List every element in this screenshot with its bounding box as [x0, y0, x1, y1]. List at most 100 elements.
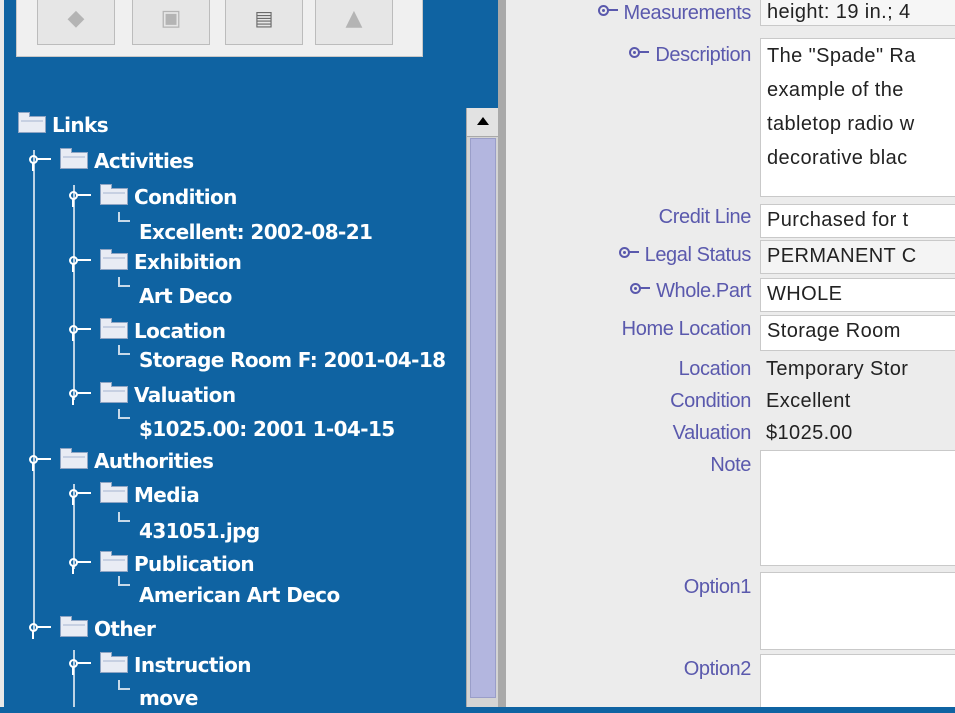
- tree-node-instruction[interactable]: Instruction: [100, 650, 252, 680]
- expand-handle-media[interactable]: [68, 480, 98, 510]
- option1-field[interactable]: [760, 572, 955, 650]
- expand-handle-condition[interactable]: [68, 182, 98, 212]
- tree-node-label: Authorities: [94, 449, 214, 473]
- tree-node-label: Publication: [134, 552, 255, 576]
- tree-node-other[interactable]: Other: [60, 614, 156, 644]
- tree-leaf-exhibition[interactable]: Art Deco: [139, 281, 232, 311]
- tree-node-valuation[interactable]: Valuation: [100, 380, 236, 410]
- tree-elbow: [118, 680, 130, 690]
- tree-guide-line: [33, 150, 35, 630]
- credit-line-field[interactable]: Purchased for t: [760, 204, 955, 238]
- location-value: Temporary Stor: [766, 358, 909, 380]
- folder-icon: [18, 112, 46, 133]
- folder-icon: [100, 382, 128, 403]
- home-location-label: Home Location: [621, 318, 752, 340]
- condition-value: Excellent: [766, 390, 851, 412]
- tree-node-authorities[interactable]: Authorities: [60, 446, 214, 476]
- legal-status-label[interactable]: Legal Status: [618, 240, 752, 270]
- tree-leaf-publication[interactable]: American Art Deco: [139, 580, 340, 610]
- tree-node-label: Valuation: [134, 383, 236, 407]
- tree-elbow: [118, 409, 130, 419]
- link-key-icon: [630, 282, 652, 296]
- expand-handle-exhibition[interactable]: [68, 247, 98, 277]
- tree-node-activities[interactable]: Activities: [60, 146, 194, 176]
- whole-part-label[interactable]: Whole.Part: [630, 276, 751, 306]
- tree-node-label: Activities: [94, 149, 194, 173]
- folder-icon: [100, 652, 128, 673]
- credit-line-label: Credit Line: [658, 206, 752, 228]
- description-field[interactable]: The "Spade" Ra example of the tabletop r…: [760, 38, 955, 197]
- folder-icon: [100, 249, 128, 270]
- expand-handle-activities[interactable]: [28, 146, 58, 176]
- tree-scrollbar[interactable]: [466, 108, 498, 713]
- tree-elbow: [118, 512, 130, 522]
- tree-node-label: Location: [134, 319, 226, 343]
- links-tree-pane: ◆ ▣ ▤ ▲ Links Activities Condition Excel…: [4, 0, 498, 713]
- field-label-text: Whole.Part: [656, 280, 751, 302]
- link-key-icon: [597, 4, 620, 18]
- tree-node-publication[interactable]: Publication: [100, 549, 255, 579]
- tree-elbow: [118, 277, 130, 287]
- folder-icon: [60, 616, 88, 637]
- scroll-thumb[interactable]: [470, 138, 496, 698]
- tree-node-label: Instruction: [134, 653, 252, 677]
- tree-elbow: [118, 345, 130, 355]
- measurements-field[interactable]: height: 19 in.; 4: [760, 0, 955, 26]
- tree-node-label: Links: [52, 113, 109, 137]
- tree-leaf-media[interactable]: 431051.jpg: [139, 516, 260, 546]
- expand-handle-publication[interactable]: [68, 549, 98, 579]
- record-detail-pane: Measurements height: 19 in.; 4 Descripti…: [506, 0, 955, 713]
- tree-node-label: Exhibition: [134, 250, 242, 274]
- option2-label: Option2: [683, 658, 752, 680]
- tree-node-condition[interactable]: Condition: [100, 182, 237, 212]
- folder-icon: [100, 184, 128, 205]
- window-edge: [0, 0, 4, 713]
- tree-node-label: Condition: [134, 185, 237, 209]
- tree-node-location[interactable]: Location: [100, 316, 226, 346]
- note-field[interactable]: [760, 450, 955, 566]
- condition-label: Condition: [670, 390, 751, 412]
- tree-node-links[interactable]: Links: [18, 110, 109, 140]
- link-key-icon: [629, 46, 651, 60]
- scroll-up-arrow-icon[interactable]: [467, 108, 498, 137]
- split-pane-divider[interactable]: [498, 0, 506, 713]
- option1-label: Option1: [683, 576, 752, 598]
- links-tree: Links Activities Condition Excellent: 20…: [4, 0, 464, 713]
- folder-icon: [60, 448, 88, 469]
- valuation-value: $1025.00: [766, 422, 853, 444]
- expand-handle-other[interactable]: [28, 614, 58, 644]
- folder-icon: [60, 148, 88, 169]
- option2-field[interactable]: [760, 654, 955, 713]
- tree-node-exhibition[interactable]: Exhibition: [100, 247, 242, 277]
- folder-icon: [100, 482, 128, 503]
- tree-node-label: Other: [94, 617, 156, 641]
- folder-icon: [100, 318, 128, 339]
- home-location-field[interactable]: Storage Room: [760, 315, 955, 351]
- expand-handle-instruction[interactable]: [68, 650, 98, 680]
- tree-elbow: [118, 212, 130, 222]
- tree-leaf-valuation[interactable]: $1025.00: 2001 1-04-15: [139, 414, 395, 444]
- whole-part-field[interactable]: WHOLE: [760, 278, 955, 312]
- expand-handle-location[interactable]: [68, 316, 98, 346]
- valuation-label: Valuation: [672, 422, 752, 444]
- expand-handle-valuation[interactable]: [68, 380, 98, 410]
- legal-status-field[interactable]: PERMANENT C: [760, 240, 955, 274]
- tree-elbow: [118, 576, 130, 586]
- tree-leaf-location[interactable]: Storage Room F: 2001-04-18: [139, 345, 446, 375]
- tree-leaf-condition[interactable]: Excellent: 2002-08-21: [139, 217, 373, 247]
- field-label-text: Description: [655, 44, 751, 66]
- expand-handle-authorities[interactable]: [28, 446, 58, 476]
- field-label-text: Measurements: [623, 2, 752, 24]
- description-label[interactable]: Description: [629, 40, 751, 70]
- tree-node-media[interactable]: Media: [100, 480, 200, 510]
- note-label: Note: [710, 454, 751, 476]
- window-bottom-border: [0, 707, 955, 713]
- field-label-text: Legal Status: [644, 244, 752, 266]
- link-key-icon: [618, 246, 641, 260]
- tree-node-label: Media: [134, 483, 200, 507]
- location-label: Location: [678, 358, 752, 380]
- measurements-label[interactable]: Measurements: [597, 0, 752, 28]
- application-window: ◆ ▣ ▤ ▲ Links Activities Condition Excel…: [0, 0, 955, 713]
- tree-guide-line: [73, 185, 75, 400]
- folder-icon: [100, 551, 128, 572]
